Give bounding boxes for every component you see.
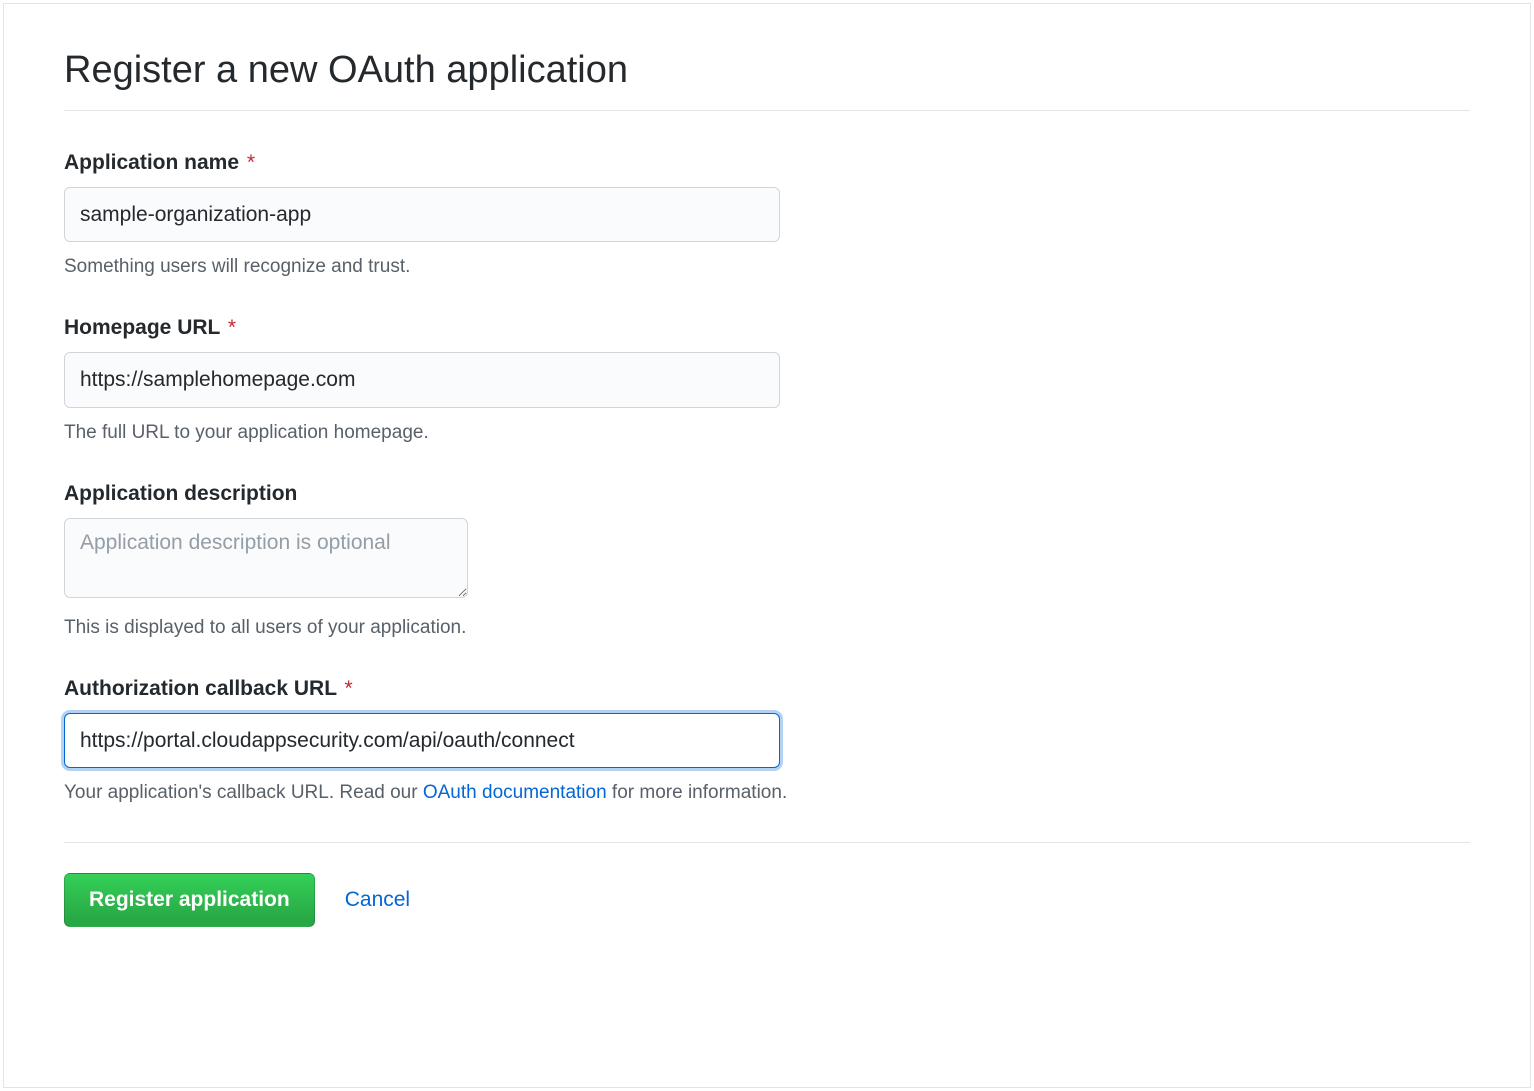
page-title: Register a new OAuth application <box>64 49 1470 111</box>
label-homepage-url: Homepage URL * <box>64 316 1470 340</box>
form-actions: Register application Cancel <box>64 842 1470 927</box>
input-callback-url[interactable] <box>64 713 780 768</box>
hint-application-description: This is displayed to all users of your a… <box>64 617 1470 639</box>
required-star-icon: * <box>247 151 255 174</box>
label-callback-url: Authorization callback URL * <box>64 677 1470 701</box>
field-application-description: Application description This is displaye… <box>64 482 1470 639</box>
form-container: Register a new OAuth application Applica… <box>3 3 1531 1088</box>
required-star-icon: * <box>345 677 353 700</box>
hint-text-suffix: for more information. <box>607 782 788 803</box>
register-application-button[interactable]: Register application <box>64 873 315 927</box>
hint-callback-url: Your application's callback URL. Read ou… <box>64 782 1470 804</box>
hint-application-name: Something users will recognize and trust… <box>64 256 1470 278</box>
hint-homepage-url: The full URL to your application homepag… <box>64 422 1470 444</box>
textarea-application-description[interactable] <box>64 518 468 598</box>
label-application-description: Application description <box>64 482 1470 506</box>
label-text: Application name <box>64 151 239 174</box>
input-application-name[interactable] <box>64 187 780 242</box>
cancel-link[interactable]: Cancel <box>345 888 410 912</box>
label-text: Homepage URL <box>64 316 220 339</box>
field-homepage-url: Homepage URL * The full URL to your appl… <box>64 316 1470 443</box>
label-text: Authorization callback URL <box>64 677 337 700</box>
field-application-name: Application name * Something users will … <box>64 151 1470 278</box>
label-text: Application description <box>64 482 297 505</box>
field-callback-url: Authorization callback URL * Your applic… <box>64 677 1470 804</box>
hint-text-prefix: Your application's callback URL. Read ou… <box>64 782 423 803</box>
input-homepage-url[interactable] <box>64 352 780 407</box>
label-application-name: Application name * <box>64 151 1470 175</box>
oauth-documentation-link[interactable]: OAuth documentation <box>423 782 607 803</box>
required-star-icon: * <box>228 316 236 339</box>
